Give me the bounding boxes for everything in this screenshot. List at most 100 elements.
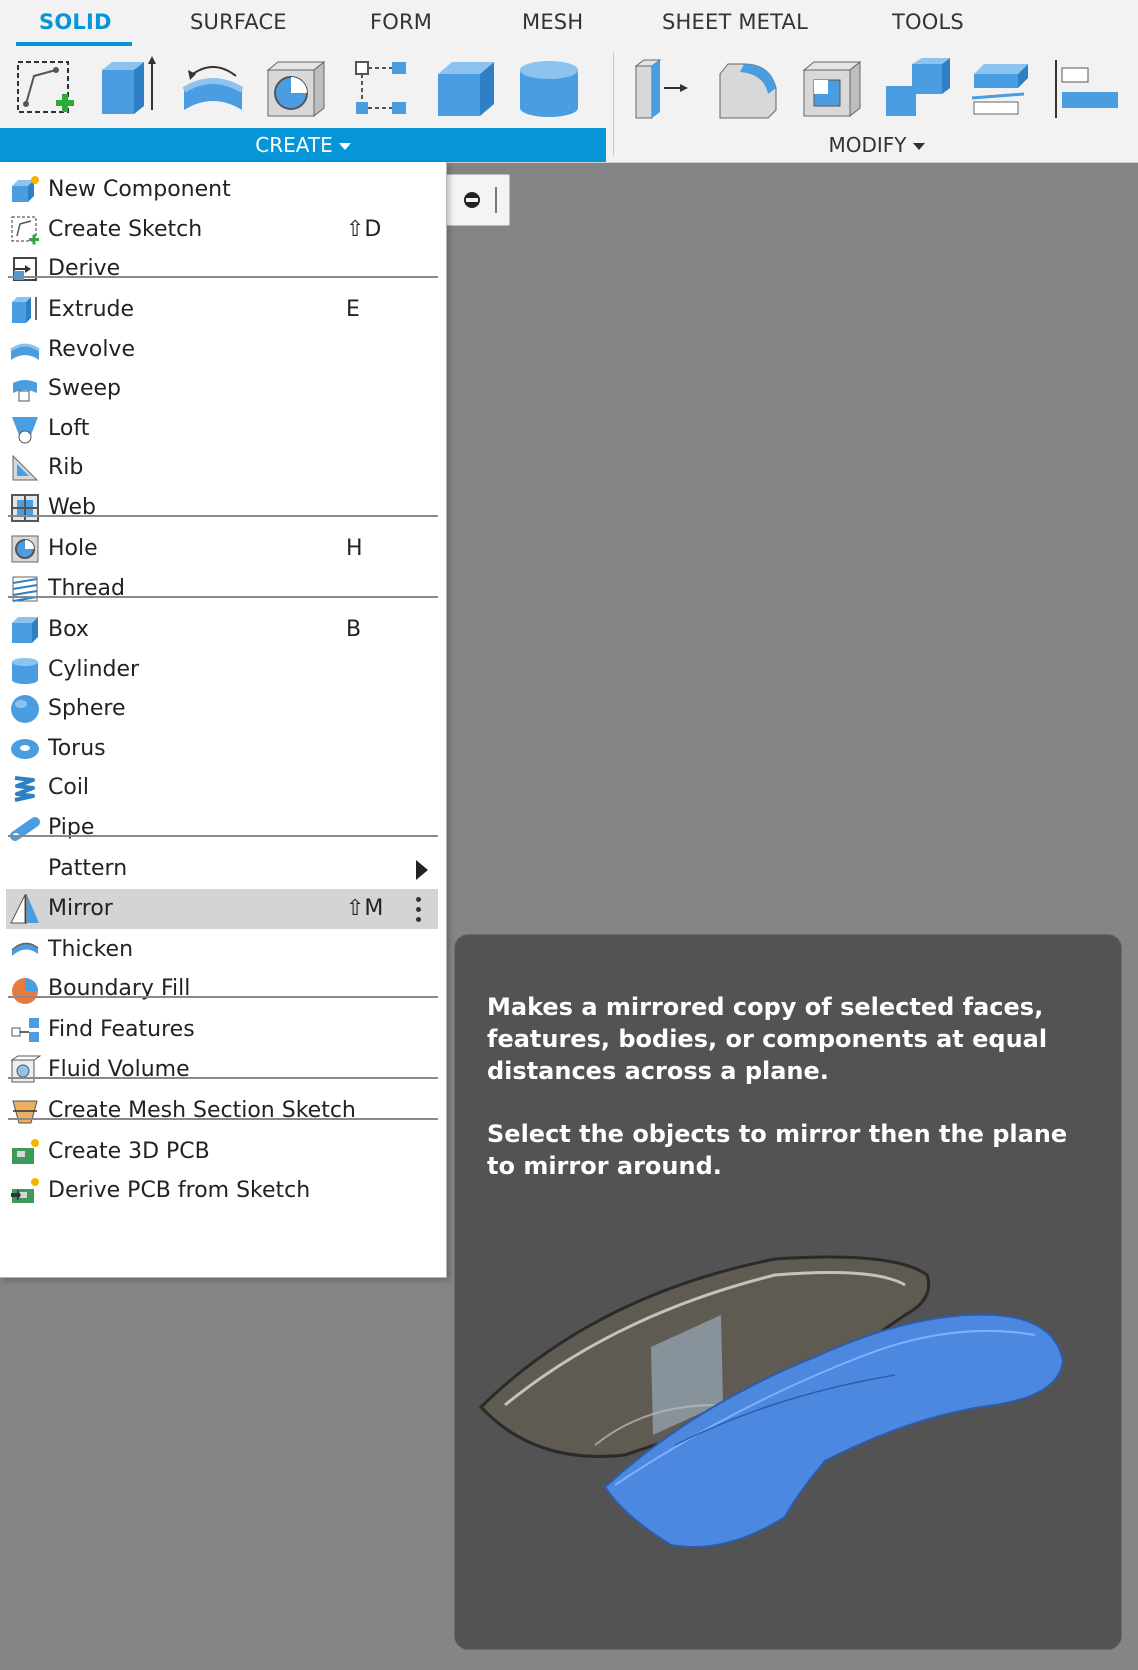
menu-item-shortcut: ⇧M (346, 896, 384, 921)
hole-tool[interactable] (262, 54, 332, 124)
more-options-icon[interactable] (416, 895, 422, 923)
create-sketch-tool[interactable] (10, 54, 80, 124)
modify-group-button[interactable]: MODIFY (615, 128, 1138, 162)
shell-icon (802, 60, 862, 118)
menu-item-label: Sweep (48, 376, 121, 401)
menu-item-pipe[interactable]: Pipe (6, 808, 438, 848)
visibility-toggle-icon (464, 187, 497, 213)
chevron-down-icon (912, 143, 925, 150)
derive-pcb-icon (9, 1175, 41, 1207)
menu-item-label: Create 3D PCB (48, 1139, 210, 1164)
menu-item-hole[interactable]: Hole H (6, 529, 438, 569)
derive-icon (9, 253, 41, 285)
tab-sheet-metal[interactable]: SHEET METAL (662, 10, 808, 44)
create-group-button[interactable]: CREATE (0, 128, 606, 162)
menu-separator (8, 996, 438, 998)
menu-item-create-3d-pcb[interactable]: Create 3D PCB (6, 1132, 438, 1172)
tab-solid[interactable]: SOLID (39, 10, 112, 44)
menu-item-derive-pcb-from-sketch[interactable]: Derive PCB from Sketch (6, 1171, 438, 1211)
pattern-tool[interactable] (346, 54, 416, 124)
menu-item-derive[interactable]: Derive (6, 249, 438, 289)
menu-item-torus[interactable]: Torus (6, 729, 438, 769)
box-tool[interactable] (430, 54, 500, 124)
revolve-tool[interactable] (178, 54, 248, 124)
menu-item-sweep[interactable]: Sweep (6, 369, 438, 409)
create-sketch-icon (17, 61, 74, 113)
menu-item-label: Create Sketch (48, 217, 203, 242)
viewport-toggle-widget[interactable] (446, 174, 510, 226)
menu-item-label: New Component (48, 177, 231, 202)
menu-item-pattern[interactable]: Pattern (6, 849, 438, 889)
tab-surface[interactable]: SURFACE (190, 10, 287, 44)
menu-item-label: Derive PCB from Sketch (48, 1178, 311, 1203)
pipe-icon (9, 812, 41, 844)
active-tab-indicator (16, 42, 132, 46)
menu-separator (8, 276, 438, 278)
tooltip-instructions: Select the objects to mirror then the pl… (487, 1120, 1068, 1180)
create-dropdown-menu: New Component Create Sketch ⇧D Derive Ex… (0, 162, 447, 1278)
sphere-icon (9, 693, 41, 725)
menu-item-fluid-volume[interactable]: Fluid Volume (6, 1050, 438, 1090)
web-icon (9, 492, 41, 524)
mirror-icon (9, 893, 41, 925)
menu-item-label: Hole (48, 536, 98, 561)
press-pull-tool[interactable] (630, 54, 700, 124)
coil-icon (9, 772, 41, 804)
align-tool[interactable] (1050, 54, 1120, 124)
menu-item-shortcut: B (346, 617, 362, 642)
offset-face-icon (971, 64, 1028, 115)
menu-item-cylinder[interactable]: Cylinder (6, 650, 438, 690)
hole-icon (9, 533, 41, 565)
menu-item-label: Thicken (48, 937, 134, 962)
offset-face-tool[interactable] (966, 54, 1036, 124)
tab-form[interactable]: FORM (370, 10, 432, 44)
menu-separator (8, 515, 438, 517)
menu-item-create-sketch[interactable]: Create Sketch ⇧D (6, 210, 438, 250)
sweep-icon (9, 373, 41, 405)
menu-item-box[interactable]: Box B (6, 610, 438, 650)
revolve-icon (182, 66, 244, 110)
shell-tool[interactable] (798, 54, 868, 124)
menu-item-label: Box (48, 617, 89, 642)
menu-item-thicken[interactable]: Thicken (6, 930, 438, 970)
fluid-volume-icon (9, 1054, 41, 1086)
extrude-icon (9, 294, 41, 326)
fillet-icon (719, 63, 777, 119)
create-sketch-icon (9, 214, 41, 246)
cylinder-tool[interactable] (514, 54, 584, 124)
menu-item-create-mesh-section-sketch[interactable]: Create Mesh Section Sketch (6, 1091, 438, 1131)
create-group-label: CREATE (255, 133, 333, 157)
tooltip-description: Makes a mirrored copy of selected faces,… (487, 993, 1048, 1085)
extrude-tool[interactable] (94, 54, 164, 124)
menu-item-label: Revolve (48, 337, 135, 362)
fillet-tool[interactable] (714, 54, 784, 124)
menu-item-thread[interactable]: Thread (6, 569, 438, 609)
menu-item-revolve[interactable]: Revolve (6, 330, 438, 370)
box-icon (438, 62, 494, 116)
menu-item-label: Pattern (48, 856, 128, 881)
toolbar: SOLID SURFACE FORM MESH SHEET METAL TOOL… (0, 0, 1138, 163)
menu-item-label: Find Features (48, 1017, 195, 1042)
submenu-arrow-icon (416, 860, 428, 880)
menu-item-sphere[interactable]: Sphere (6, 689, 438, 729)
tab-mesh[interactable]: MESH (522, 10, 583, 44)
tab-tools[interactable]: TOOLS (892, 10, 964, 44)
menu-item-boundary-fill[interactable]: Boundary Fill (6, 969, 438, 1009)
menu-item-label: Rib (48, 455, 84, 480)
menu-item-shortcut: E (346, 297, 360, 322)
press-pull-icon (634, 59, 688, 119)
menu-separator (8, 596, 438, 598)
mirror-preview-image (478, 1255, 1065, 1548)
menu-item-extrude[interactable]: Extrude E (6, 290, 438, 330)
combine-tool[interactable] (882, 54, 952, 124)
find-features-icon (9, 1014, 41, 1046)
menu-item-rib[interactable]: Rib (6, 448, 438, 488)
menu-item-new-component[interactable]: New Component (6, 170, 438, 210)
menu-item-label: Loft (48, 416, 90, 441)
menu-separator (8, 1118, 438, 1120)
menu-item-web[interactable]: Web (6, 488, 438, 528)
menu-item-loft[interactable]: Loft (6, 409, 438, 449)
menu-item-coil[interactable]: Coil (6, 768, 438, 808)
menu-item-find-features[interactable]: Find Features (6, 1010, 438, 1050)
menu-item-mirror[interactable]: Mirror ⇧M (6, 889, 438, 929)
